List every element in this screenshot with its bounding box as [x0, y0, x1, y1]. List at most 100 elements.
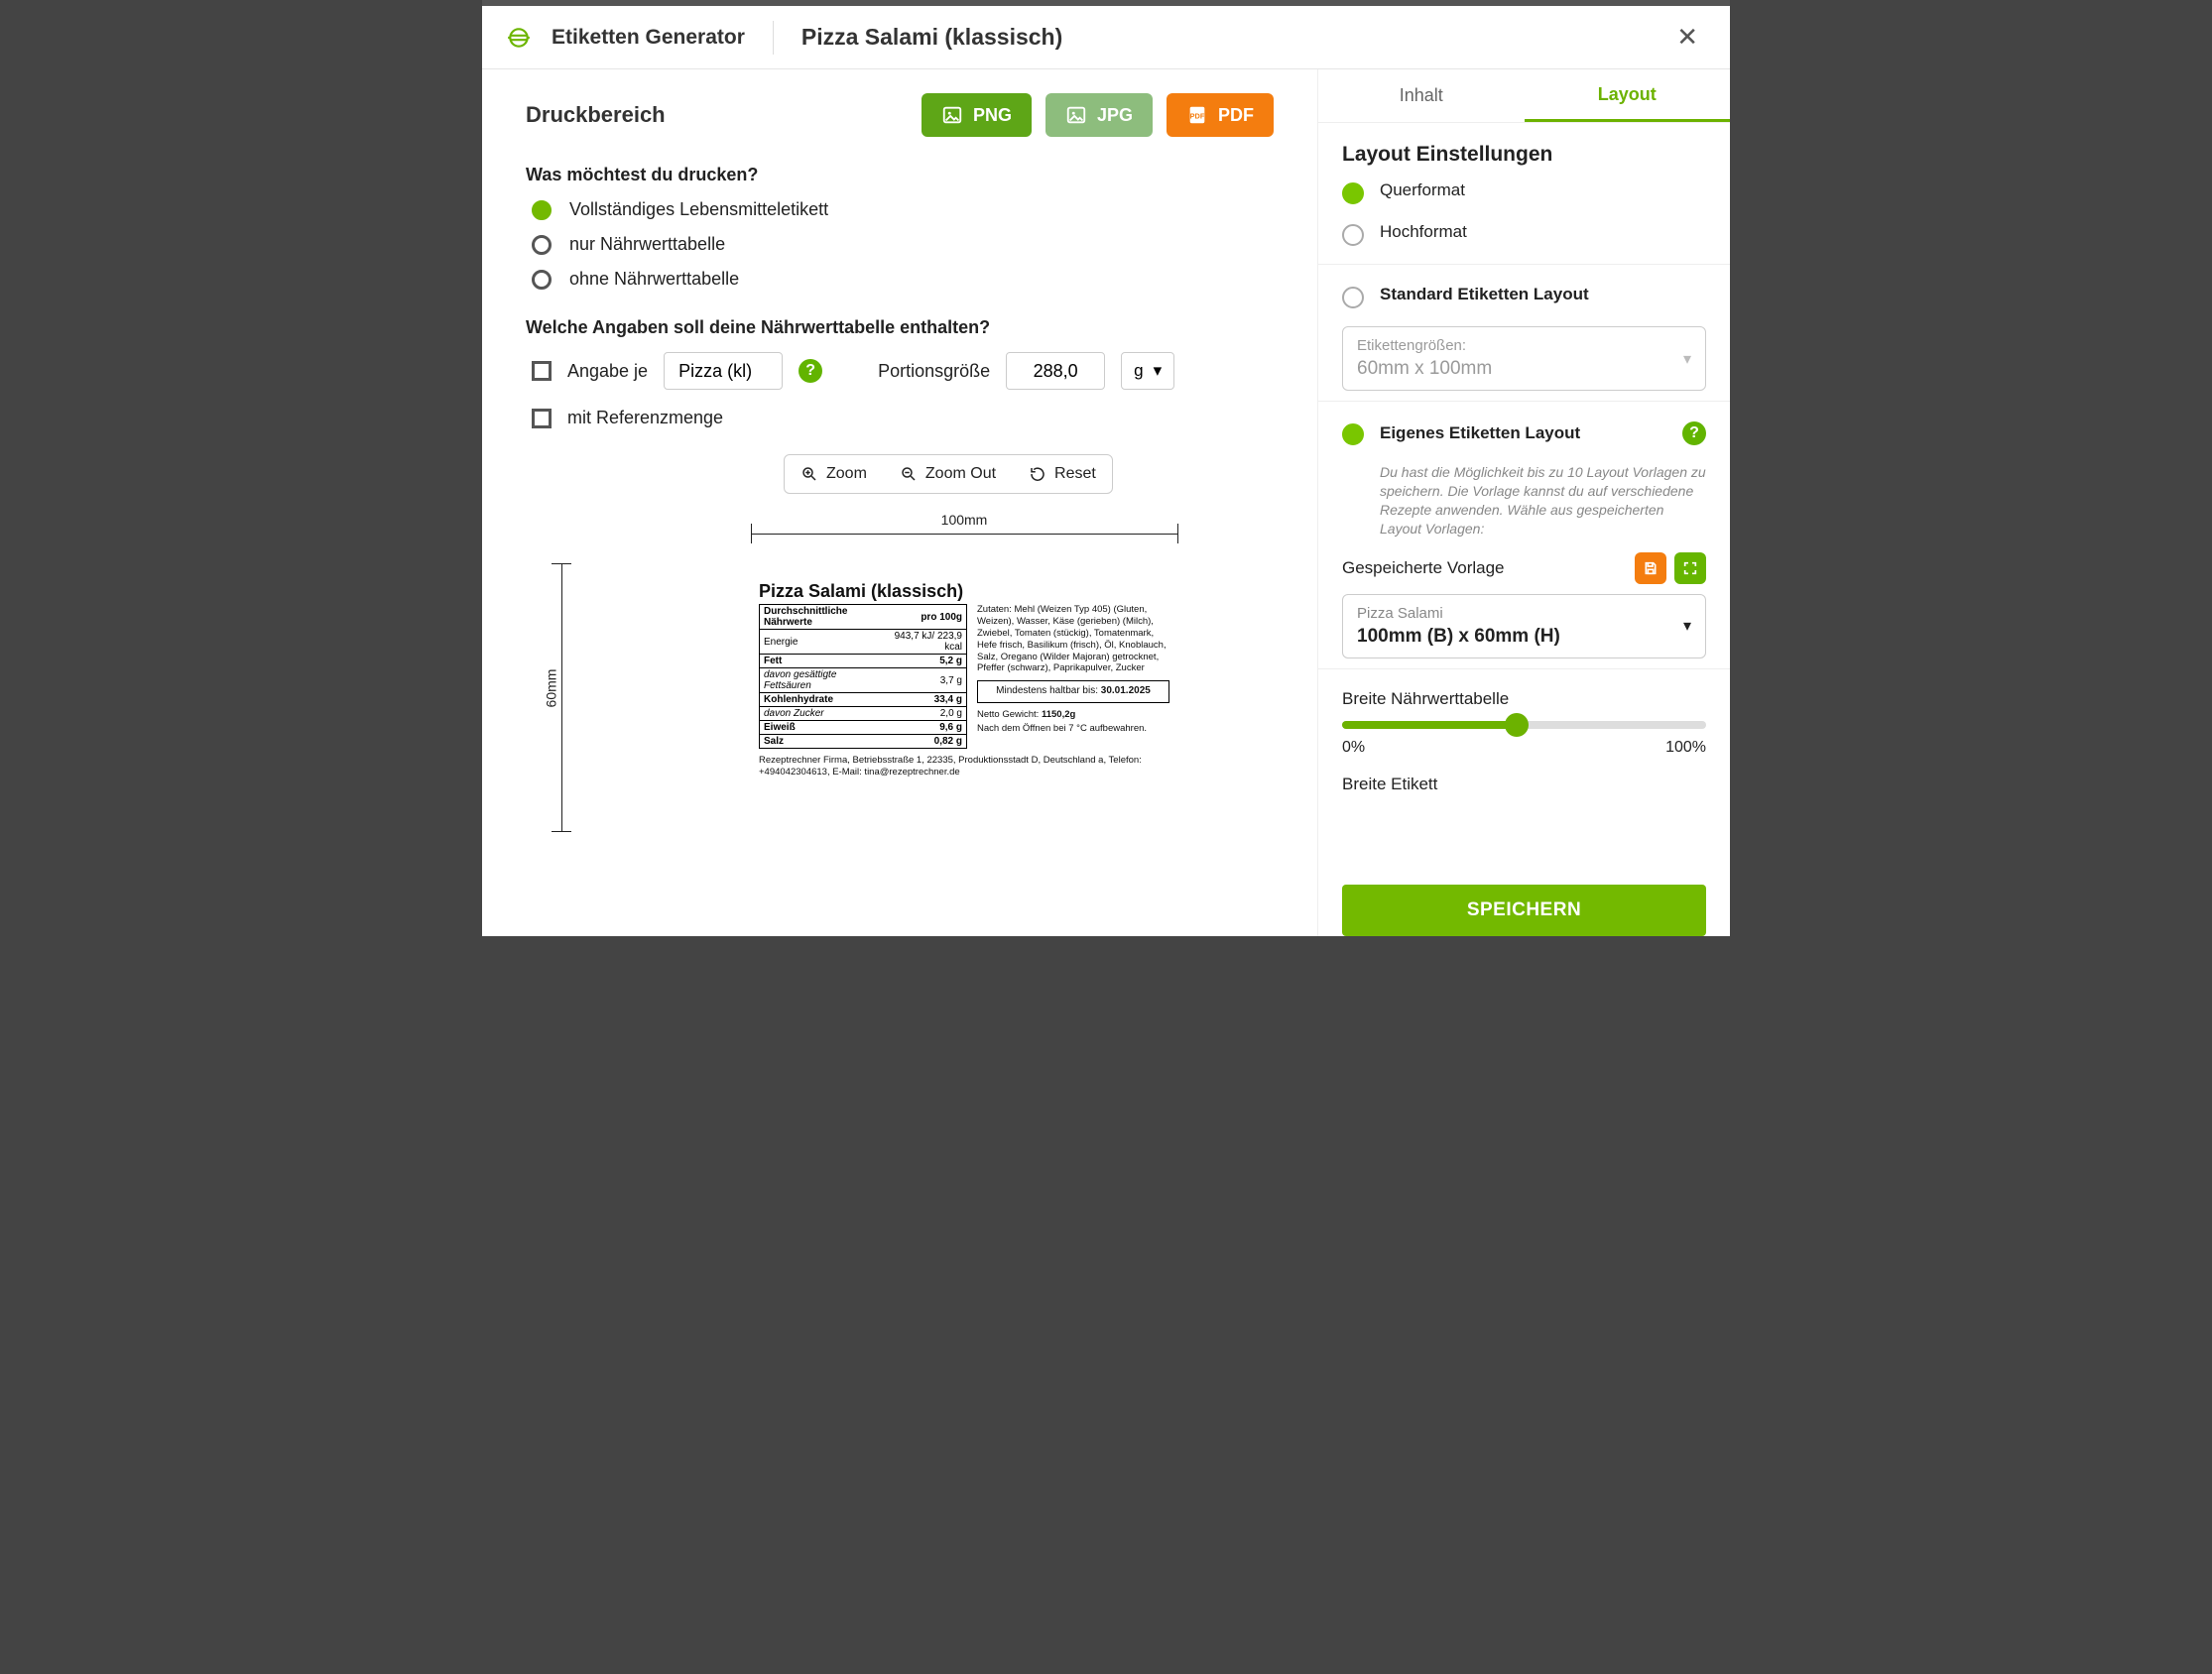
print-option-nut-only[interactable]: nur Nährwerttabelle	[532, 234, 1274, 255]
zoom-out-button[interactable]: Zoom Out	[883, 455, 1012, 493]
orient-portrait[interactable]: Hochformat	[1342, 222, 1706, 246]
image-icon	[941, 104, 963, 126]
dim-tick	[1177, 524, 1178, 543]
dim-tick	[751, 524, 752, 543]
label-title: Pizza Salami (klassisch)	[751, 575, 1177, 604]
export-png-label: PNG	[973, 105, 1012, 126]
own-layout-option[interactable]: Eigenes Etiketten Layout ?	[1342, 421, 1706, 445]
saved-template-label: Gespeicherte Vorlage	[1342, 558, 1627, 578]
nut-cell: Salz	[760, 735, 889, 749]
radio-icon	[532, 270, 552, 290]
export-jpg-button[interactable]: JPG	[1045, 93, 1153, 137]
close-button[interactable]: ✕	[1668, 18, 1706, 57]
radio-icon	[1342, 423, 1364, 445]
dim-tick	[552, 831, 571, 832]
nut-cell: 0,82 g	[888, 735, 966, 749]
fullscreen-icon	[1682, 560, 1698, 576]
checkbox-reference[interactable]	[532, 409, 552, 428]
print-option-nut-only-label: nur Nährwerttabelle	[569, 234, 725, 255]
print-option-full[interactable]: Vollständiges Lebensmitteletikett	[532, 199, 1274, 220]
orient-portrait-label: Hochformat	[1380, 222, 1467, 242]
nut-cell: 2,0 g	[888, 707, 966, 721]
zoom-in-button[interactable]: Zoom	[785, 455, 883, 493]
left-panel: Druckbereich PNG JPG PDF PDF Was möchtes…	[482, 69, 1317, 936]
label-preview: 100mm 60mm Pizza Salami (klassisch) Durc…	[526, 512, 1274, 849]
dim-tick	[552, 563, 571, 564]
nut-width-slider[interactable]	[1342, 721, 1706, 729]
svg-text:PDF: PDF	[1190, 112, 1205, 121]
nut-cell: 943,7 kJ/ 223,9 kcal	[888, 630, 966, 655]
tab-layout[interactable]: Layout	[1525, 69, 1731, 122]
standard-size-select[interactable]: Etikettengrößen: 60mm x 100mm ▾	[1342, 326, 1706, 391]
ingredients-text: Zutaten: Mehl (Weizen Typ 405) (Gluten, …	[977, 604, 1169, 674]
own-layout-hint: Du hast die Möglichkeit bis zu 10 Layout…	[1380, 463, 1706, 538]
standard-layout-label: Standard Etiketten Layout	[1380, 285, 1589, 304]
producer-address: Rezeptrechner Firma, Betriebsstraße 1, 2…	[751, 749, 1177, 778]
standard-layout-option[interactable]: Standard Etiketten Layout	[1342, 285, 1706, 308]
modal-body: Druckbereich PNG JPG PDF PDF Was möchtes…	[482, 69, 1730, 936]
radio-icon	[532, 200, 552, 220]
zoom-in-label: Zoom	[826, 465, 867, 483]
portion-size-input[interactable]	[1006, 352, 1105, 390]
modal-header: Etiketten Generator Pizza Salami (klassi…	[482, 6, 1730, 69]
divider	[1318, 401, 1730, 402]
print-option-no-nut[interactable]: ohne Nährwerttabelle	[532, 269, 1274, 290]
nut-cell: 33,4 g	[888, 693, 966, 707]
q1-title: Was möchtest du drucken?	[526, 165, 1274, 185]
checkbox-per[interactable]	[532, 361, 552, 381]
orient-landscape[interactable]: Querformat	[1342, 180, 1706, 204]
save-bar: SPEICHERN	[1318, 867, 1730, 936]
best-by-date: 30.01.2025	[1101, 685, 1151, 696]
dim-width-bar	[751, 534, 1177, 535]
unit-value: g	[1134, 361, 1143, 381]
pdf-icon: PDF	[1186, 104, 1208, 126]
tab-layout-label: Layout	[1598, 84, 1657, 105]
save-button[interactable]: SPEICHERN	[1342, 885, 1706, 936]
best-by-box: Mindestens haltbar bis: 30.01.2025	[977, 680, 1169, 703]
left-top-row: Druckbereich PNG JPG PDF PDF	[526, 93, 1274, 137]
chevron-down-icon: ▾	[1683, 616, 1691, 636]
save-template-button[interactable]	[1635, 552, 1666, 584]
layout-heading: Layout Einstellungen	[1342, 143, 1706, 167]
slider-min: 0%	[1342, 739, 1365, 757]
nut-cell: davon gesättigte Fettsäuren	[760, 668, 889, 693]
ingredients-column: Zutaten: Mehl (Weizen Typ 405) (Gluten, …	[977, 604, 1169, 749]
print-option-full-label: Vollständiges Lebensmitteletikett	[569, 199, 828, 220]
dim-width-label: 100mm	[751, 512, 1177, 528]
label-columns: Durchschnittliche Nährwertepro 100g Ener…	[751, 604, 1177, 749]
recipe-title: Pizza Salami (klassisch)	[801, 24, 1062, 51]
unit-select[interactable]: g ▾	[1121, 352, 1174, 390]
slider-thumb[interactable]	[1505, 713, 1529, 737]
per-input[interactable]	[664, 352, 783, 390]
per-label: Angabe je	[567, 361, 648, 382]
slider-fill	[1342, 721, 1517, 729]
fullscreen-button[interactable]	[1674, 552, 1706, 584]
nut-cell: Kohlenhydrate	[760, 693, 889, 707]
reference-row: mit Referenzmenge	[532, 408, 1274, 428]
portion-size-label: Portionsgröße	[878, 361, 990, 382]
zoom-toolbar: Zoom Zoom Out Reset	[784, 454, 1113, 494]
label-card: Pizza Salami (klassisch) Durchschnittlic…	[751, 575, 1177, 813]
help-icon[interactable]: ?	[799, 359, 822, 383]
export-jpg-label: JPG	[1097, 105, 1133, 126]
saved-template-row: Gespeicherte Vorlage	[1342, 552, 1706, 584]
net-weight-label: Netto Gewicht:	[977, 709, 1039, 720]
brand-title: Etiketten Generator	[552, 26, 745, 50]
export-png-button[interactable]: PNG	[922, 93, 1032, 137]
standard-size-small: Etikettengrößen:	[1357, 337, 1671, 354]
saved-template-select[interactable]: Pizza Salami 100mm (B) x 60mm (H) ▾	[1342, 594, 1706, 658]
nut-cell: 9,6 g	[888, 721, 966, 735]
right-tabs: Inhalt Layout	[1318, 69, 1730, 123]
export-pdf-label: PDF	[1218, 105, 1254, 126]
nut-hdr-l: Durchschnittliche Nährwerte	[760, 605, 889, 630]
brand-icon	[506, 25, 532, 51]
help-icon[interactable]: ?	[1682, 421, 1706, 445]
zoom-reset-button[interactable]: Reset	[1012, 455, 1112, 493]
portion-row: Angabe je ? Portionsgröße g ▾	[532, 352, 1274, 390]
dim-height-bar	[561, 563, 562, 831]
tab-content[interactable]: Inhalt	[1318, 69, 1525, 122]
export-pdf-button[interactable]: PDF PDF	[1167, 93, 1274, 137]
right-panel: Inhalt Layout Layout Einstellungen Querf…	[1317, 69, 1730, 936]
saved-template-name: Pizza Salami	[1357, 605, 1671, 622]
reference-label: mit Referenzmenge	[567, 408, 723, 428]
